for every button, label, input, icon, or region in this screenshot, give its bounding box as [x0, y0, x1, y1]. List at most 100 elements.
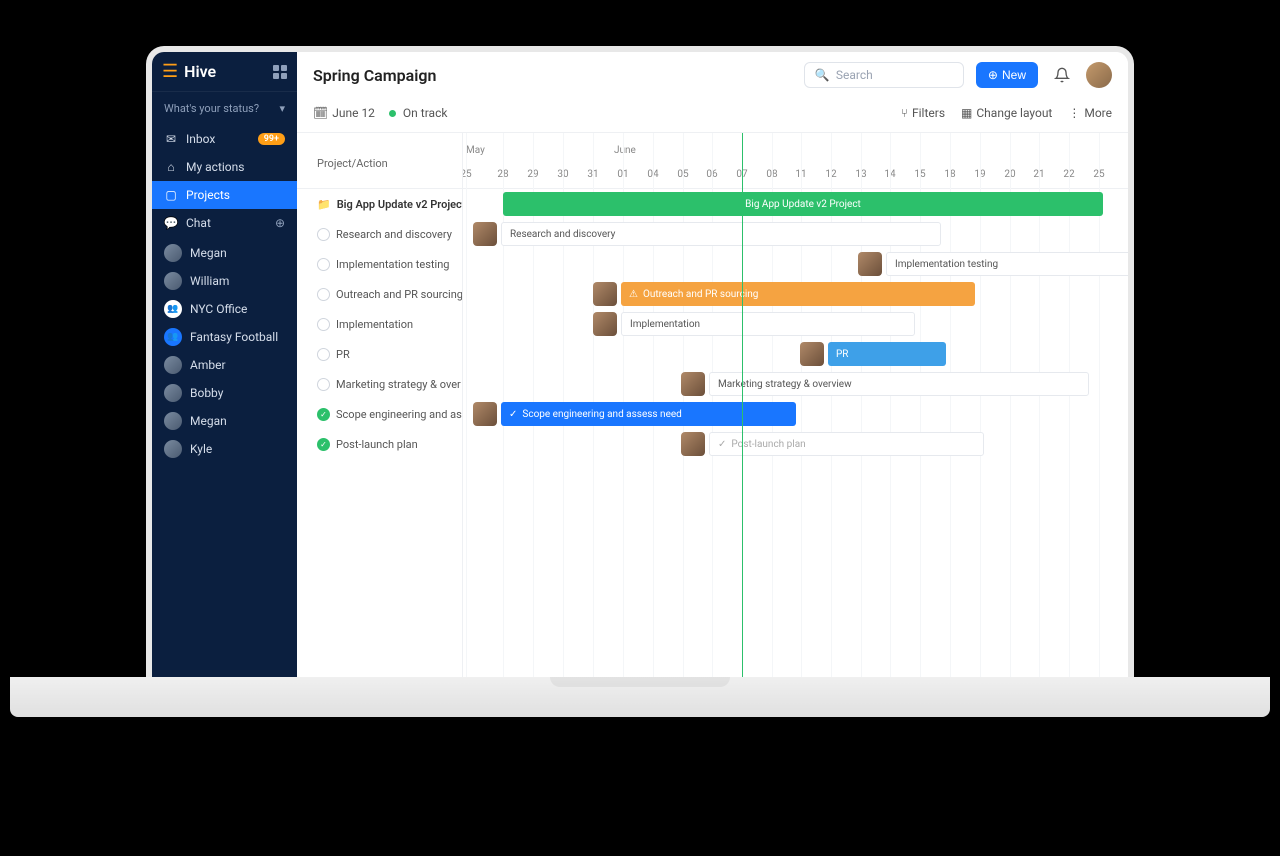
- sidebar-person[interactable]: 👥 NYC Office: [152, 295, 297, 323]
- task-bar[interactable]: Implementation: [621, 312, 915, 336]
- gantt-bar[interactable]: Implementation testing: [858, 252, 1128, 276]
- user-avatar[interactable]: [1086, 62, 1112, 88]
- gantt-row-label[interactable]: 📁Big App Update v2 Project: [297, 189, 462, 219]
- gantt-bar[interactable]: Big App Update v2 Project: [503, 192, 1103, 216]
- assignee-avatar: [473, 222, 497, 246]
- gantt-row-label[interactable]: Implementation: [297, 309, 462, 339]
- gantt-row-label[interactable]: Marketing strategy & over: [297, 369, 462, 399]
- person-name: Amber: [190, 358, 226, 372]
- gridline: [466, 133, 467, 677]
- sidebar-person[interactable]: Megan: [152, 407, 297, 435]
- gantt-row-label[interactable]: Research and discovery: [297, 219, 462, 249]
- assignee-avatar: [681, 432, 705, 456]
- task-bar[interactable]: PR: [828, 342, 946, 366]
- hive-logo-icon: ☰: [162, 63, 178, 81]
- sidebar-person[interactable]: 👥Fantasy Football: [152, 323, 297, 351]
- badge: 99+: [258, 133, 285, 145]
- sidebar: ☰ Hive What's your status? ▾ ✉Inbox99+⌂M…: [152, 52, 297, 677]
- person-name: Bobby: [190, 386, 223, 400]
- gantt-row-label[interactable]: Implementation testing: [297, 249, 462, 279]
- check-icon[interactable]: ✓: [317, 438, 330, 451]
- sidebar-item-projects[interactable]: ▢Projects: [152, 181, 297, 209]
- avatar-icon: 👥: [164, 300, 182, 318]
- sidebar-person[interactable]: Kyle: [152, 435, 297, 463]
- check-icon[interactable]: [317, 378, 330, 391]
- apps-grid-icon[interactable]: [273, 65, 287, 79]
- check-icon[interactable]: [317, 288, 330, 301]
- nav-icon: ✉: [164, 132, 178, 146]
- task-bar[interactable]: ⚠Outreach and PR sourcing: [621, 282, 975, 306]
- filters-button[interactable]: ⑂ Filters: [901, 106, 945, 120]
- filter-icon: ⑂: [901, 106, 908, 120]
- task-bar[interactable]: ✓Post-launch plan: [709, 432, 984, 456]
- check-icon[interactable]: [317, 258, 330, 271]
- row-text: Implementation testing: [336, 258, 449, 271]
- avatar-icon: [164, 384, 182, 402]
- row-text: Marketing strategy & over: [336, 378, 461, 391]
- status-prompt[interactable]: What's your status? ▾: [152, 92, 297, 125]
- status-indicator: On track: [389, 106, 448, 120]
- search-icon: 🔍: [815, 68, 830, 82]
- change-layout-button[interactable]: ▦ Change layout: [961, 106, 1052, 120]
- logo[interactable]: ☰ Hive: [162, 62, 273, 81]
- person-name: NYC Office: [190, 302, 247, 316]
- date-display[interactable]: 🗓 June 12: [313, 106, 375, 120]
- gantt-bar[interactable]: PR: [800, 342, 946, 366]
- gantt-bar[interactable]: ⚠Outreach and PR sourcing: [593, 282, 975, 306]
- app-window: ☰ Hive What's your status? ▾ ✉Inbox99+⌂M…: [152, 52, 1128, 677]
- gantt-bar[interactable]: Implementation: [593, 312, 915, 336]
- notifications-icon[interactable]: [1050, 63, 1074, 87]
- bar-label: Research and discovery: [510, 229, 615, 240]
- more-icon: ⋮: [1068, 106, 1080, 120]
- check-icon[interactable]: [317, 228, 330, 241]
- sidebar-person[interactable]: William: [152, 267, 297, 295]
- row-text: Big App Update v2 Project: [337, 198, 462, 211]
- month-label: May: [466, 145, 485, 156]
- layout-icon: ▦: [961, 106, 972, 120]
- check-icon: ✓: [509, 409, 517, 420]
- gantt-row-label[interactable]: ✓Post-launch plan: [297, 429, 462, 459]
- check-icon[interactable]: [317, 318, 330, 331]
- gantt-timeline[interactable]: MayJune252829303101040506070811121314151…: [463, 133, 1128, 677]
- gantt-bar[interactable]: ✓Scope engineering and assess need: [473, 402, 796, 426]
- sidebar-person[interactable]: Megan: [152, 239, 297, 267]
- filters-label: Filters: [912, 106, 945, 120]
- search-input[interactable]: 🔍 Search: [804, 62, 964, 88]
- sidebar-item-my-actions[interactable]: ⌂My actions: [152, 153, 297, 181]
- person-name: William: [190, 274, 229, 288]
- sidebar-item-inbox[interactable]: ✉ Inbox 99+: [152, 125, 297, 153]
- chevron-down-icon: ▾: [279, 102, 285, 115]
- new-button[interactable]: ⊕ New: [976, 62, 1038, 88]
- bar-label: Marketing strategy & overview: [718, 379, 852, 390]
- plus-icon[interactable]: ⊕: [275, 216, 285, 230]
- day-label: 25: [463, 169, 472, 180]
- gantt-bar[interactable]: ✓Post-launch plan: [681, 432, 984, 456]
- gantt-left-panel: Project/Action 📁Big App Update v2 Projec…: [297, 133, 463, 677]
- gantt-row-label[interactable]: PR: [297, 339, 462, 369]
- sidebar-item-chat[interactable]: 💬Chat⊕: [152, 209, 297, 237]
- task-bar[interactable]: Implementation testing: [886, 252, 1128, 276]
- sidebar-person[interactable]: Amber: [152, 351, 297, 379]
- task-bar[interactable]: Big App Update v2 Project: [503, 192, 1103, 216]
- task-bar[interactable]: Research and discovery: [501, 222, 941, 246]
- gantt-bar[interactable]: Research and discovery: [473, 222, 941, 246]
- check-icon[interactable]: ✓: [317, 408, 330, 421]
- gantt-row-label[interactable]: Outreach and PR sourcing: [297, 279, 462, 309]
- check-icon[interactable]: [317, 348, 330, 361]
- task-bar[interactable]: Marketing strategy & overview: [709, 372, 1089, 396]
- warning-icon: ⚠: [629, 289, 638, 300]
- nav-label: Inbox: [186, 132, 215, 146]
- more-button[interactable]: ⋮ More: [1068, 106, 1112, 120]
- sidebar-people: Megan William 👥 NYC Office 👥Fantasy Football…: [152, 239, 297, 463]
- nav-icon: ⌂: [164, 160, 178, 174]
- task-bar[interactable]: ✓Scope engineering and assess need: [501, 402, 796, 426]
- layout-label: Change layout: [976, 106, 1052, 120]
- calendar-icon: 🗓: [313, 106, 328, 120]
- gantt-left-header: Project/Action: [297, 133, 462, 189]
- status-label: On track: [403, 106, 448, 120]
- avatar-icon: [164, 440, 182, 458]
- status-dot-icon: [389, 110, 396, 117]
- main-content: Spring Campaign 🔍 Search ⊕ New 🗓 June 12…: [297, 52, 1128, 677]
- gantt-row-label[interactable]: ✓Scope engineering and as: [297, 399, 462, 429]
- sidebar-person[interactable]: Bobby: [152, 379, 297, 407]
